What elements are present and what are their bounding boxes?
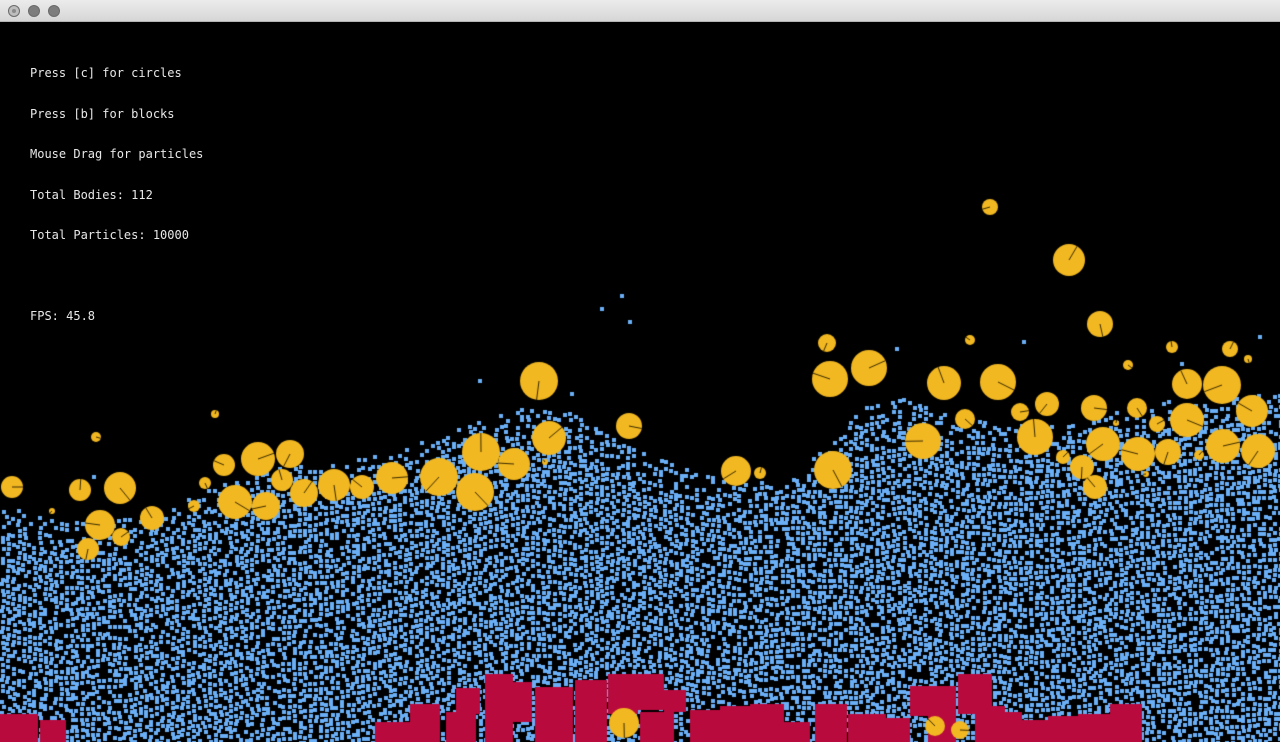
hud-total-particles: Total Particles: 10000 [30,228,189,242]
simulation-viewport[interactable]: Press [c] for circles Press [b] for bloc… [0,22,1280,742]
hud-total-bodies: Total Bodies: 112 [30,187,153,202]
close-icon[interactable] [8,5,20,17]
hud-fps: FPS: 45.8 [30,309,96,323]
app-window: Press [c] for circles Press [b] for bloc… [0,0,1280,742]
minimize-icon[interactable] [28,5,40,17]
hud-line-drag: Mouse Drag for particles [30,147,204,161]
hud-line-blocks: Press [b] for blocks [30,106,175,121]
hud-line-circles: Press [c] for circles [30,66,182,80]
hud-spacer [30,270,203,284]
zoom-icon[interactable] [48,5,60,17]
hud-overlay: Press [c] for circles Press [b] for bloc… [30,40,203,351]
title-bar[interactable] [0,0,1280,22]
